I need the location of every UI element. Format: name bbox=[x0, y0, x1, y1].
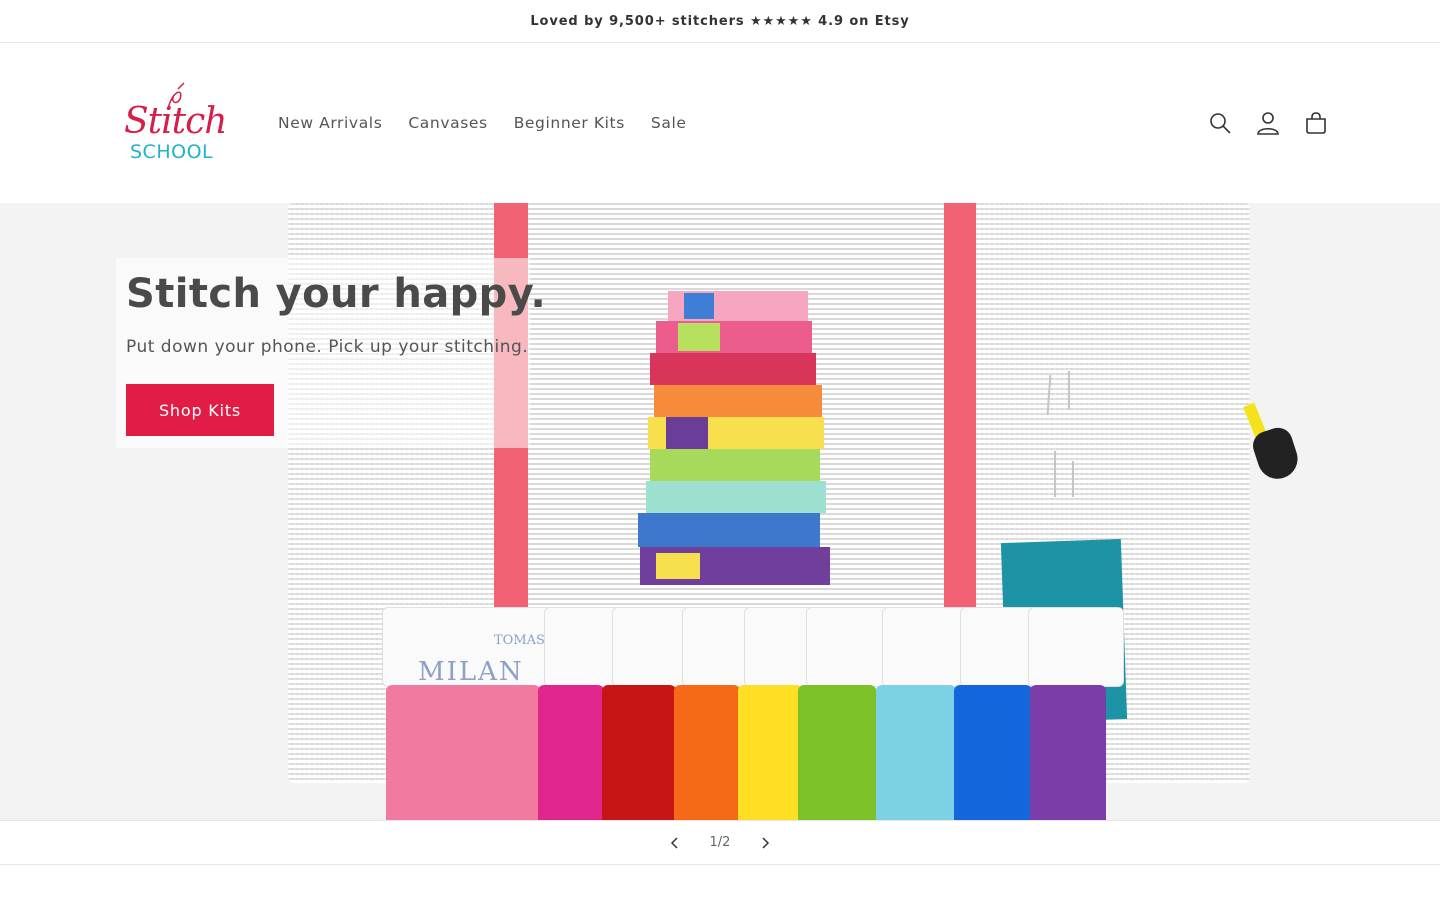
chevron-right-icon bbox=[762, 836, 770, 849]
skein-magenta bbox=[538, 685, 604, 820]
cart-icon[interactable] bbox=[1304, 111, 1328, 135]
skein-light-blue bbox=[876, 685, 956, 820]
nav-canvases[interactable]: Canvases bbox=[408, 114, 487, 132]
announcement-bar: Loved by 9,500+ stitchers ★★★★★ 4.9 on E… bbox=[0, 0, 1440, 43]
book bbox=[646, 481, 826, 513]
nav-beginner-kits[interactable]: Beginner Kits bbox=[514, 114, 625, 132]
nav-new-arrivals[interactable]: New Arrivals bbox=[278, 114, 382, 132]
hero-title: Stitch your happy. bbox=[126, 271, 547, 317]
main-nav: New Arrivals Canvases Beginner Kits Sale bbox=[278, 114, 687, 132]
chevron-left-icon bbox=[670, 836, 678, 849]
skein-yellow bbox=[738, 685, 802, 820]
thread-brand: TOMAS bbox=[494, 633, 545, 648]
needle bbox=[1072, 461, 1074, 497]
hero-subtitle: Put down your phone. Pick up your stitch… bbox=[126, 337, 529, 357]
shop-kits-button[interactable]: Shop Kits bbox=[126, 384, 274, 436]
skein-pink bbox=[386, 685, 540, 820]
search-icon[interactable] bbox=[1208, 111, 1232, 135]
skein-green bbox=[798, 685, 876, 820]
book bbox=[656, 553, 700, 579]
header-icons bbox=[1208, 111, 1328, 135]
book bbox=[650, 353, 816, 385]
skein-red bbox=[602, 685, 676, 820]
site-header: Stitch SCHOOL New Arrivals Canvases Begi… bbox=[0, 43, 1440, 203]
needle bbox=[1054, 451, 1056, 497]
logo-school: SCHOOL bbox=[130, 141, 214, 163]
skein-blue bbox=[954, 685, 1032, 820]
thread-name: MILAN bbox=[418, 657, 524, 687]
logo-script: Stitch bbox=[124, 101, 227, 142]
book bbox=[684, 293, 714, 319]
stitch-school-logo[interactable]: Stitch SCHOOL bbox=[122, 81, 230, 171]
canvas-tape-right bbox=[944, 203, 976, 623]
thread-card bbox=[1028, 607, 1124, 687]
next-slide-button[interactable] bbox=[754, 832, 776, 854]
book bbox=[678, 323, 720, 351]
book bbox=[654, 385, 822, 417]
book bbox=[650, 449, 820, 481]
slide-counter: 1/2 bbox=[709, 835, 731, 850]
nav-sale[interactable]: Sale bbox=[651, 114, 687, 132]
hero-slideshow: TOMAS MILAN Stitch your happy. Put down … bbox=[0, 203, 1440, 820]
book bbox=[666, 417, 708, 449]
skein-orange bbox=[674, 685, 740, 820]
needle bbox=[1068, 371, 1070, 409]
thread-cards: TOMAS MILAN bbox=[382, 607, 1124, 820]
skein-purple bbox=[1030, 685, 1106, 820]
previous-slide-button[interactable] bbox=[664, 832, 686, 854]
account-icon[interactable] bbox=[1256, 111, 1280, 135]
slideshow-controls: 1/2 bbox=[0, 820, 1440, 865]
book bbox=[638, 513, 820, 547]
announcement-text: Loved by 9,500+ stitchers ★★★★★ 4.9 on E… bbox=[530, 13, 910, 29]
